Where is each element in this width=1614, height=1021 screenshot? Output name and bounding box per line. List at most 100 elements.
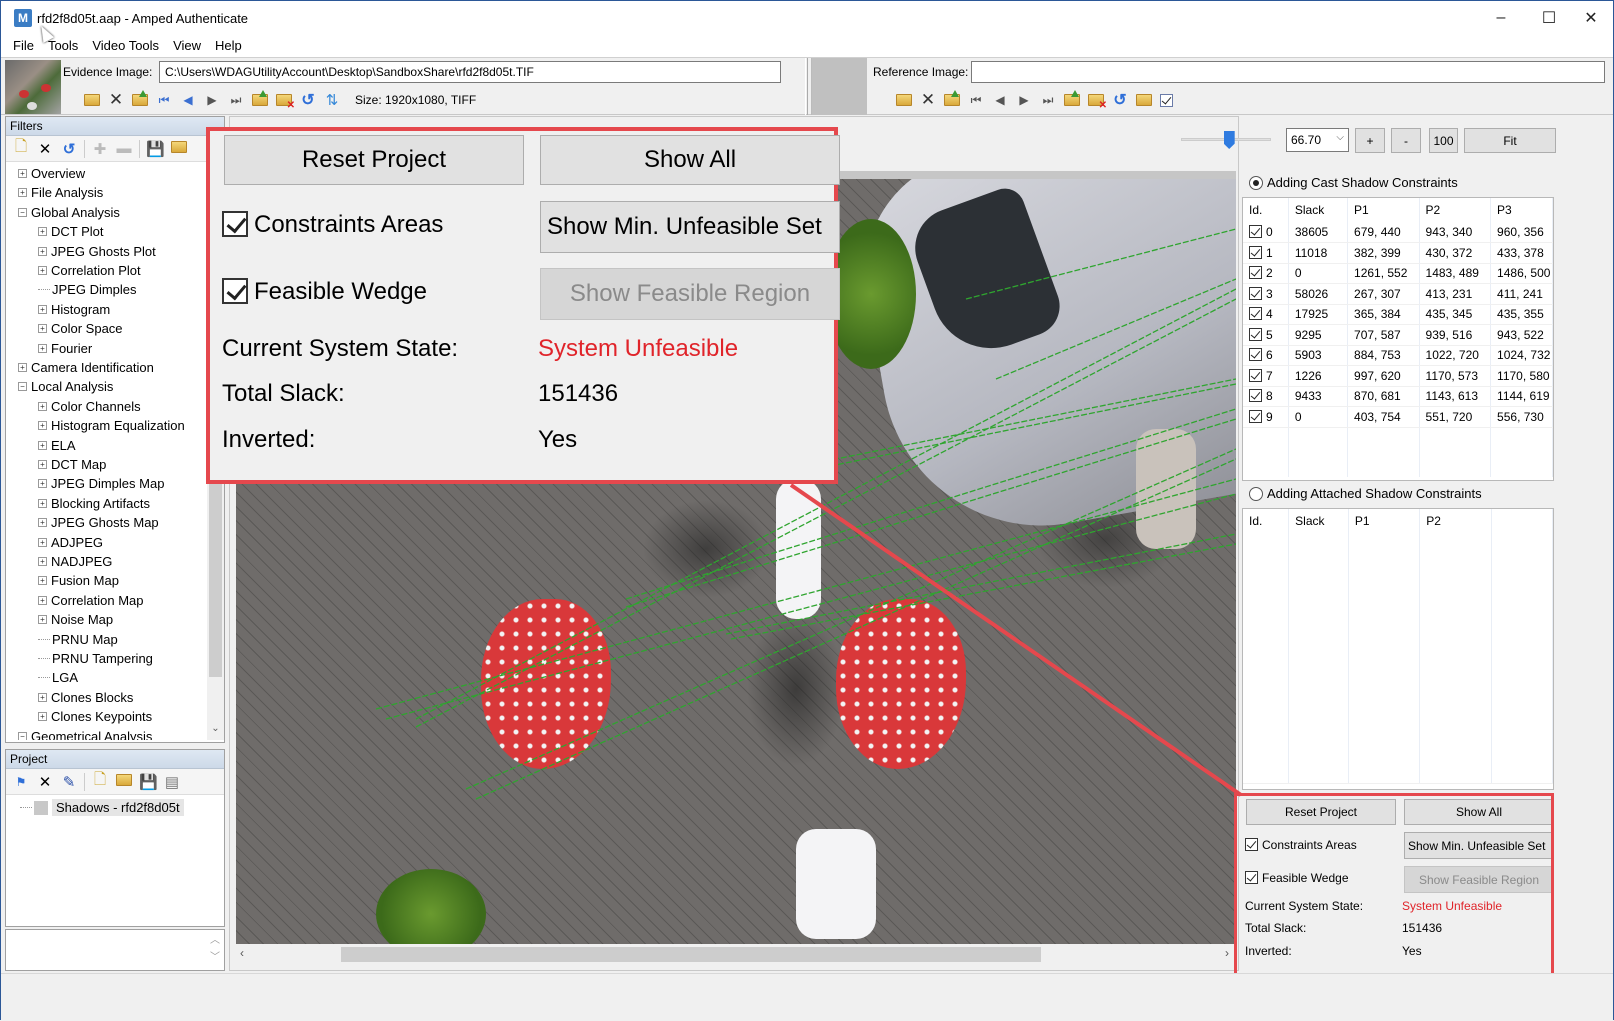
expand-icon[interactable]: + <box>38 440 47 450</box>
expand-icon[interactable]: + <box>38 343 47 353</box>
tree-item[interactable]: + Correlation Map <box>38 591 144 610</box>
tree-item[interactable]: + JPEG Ghosts Plot <box>38 242 156 261</box>
expand-icon[interactable]: + <box>38 324 47 334</box>
tree-item[interactable]: + Fourier <box>38 339 92 358</box>
expand-icon[interactable]: + <box>38 537 47 547</box>
tree-item[interactable]: + Fusion Map <box>38 571 119 590</box>
tree-item[interactable]: + Noise Map <box>38 610 113 629</box>
tree-item[interactable]: + Correlation Plot <box>38 261 141 280</box>
tree-item[interactable]: JPEG Dimples <box>38 280 137 299</box>
close-icon[interactable]: ✕ <box>919 90 937 109</box>
table-row[interactable]: 6 5903 884, 753 1022, 720 1024, 732 <box>1243 345 1553 366</box>
table-row[interactable]: 0 38605 679, 440 943, 340 960, 356 <box>1243 222 1553 243</box>
zoom-combo[interactable]: 66.70 ⌵ <box>1286 128 1349 152</box>
new-icon[interactable]: 🗋 <box>91 769 109 794</box>
menu-view[interactable]: View <box>166 35 208 57</box>
image-hscrollbar[interactable]: ‹ › <box>236 944 1231 964</box>
tree-item[interactable]: + ADJPEG <box>38 533 103 552</box>
column-header-p1[interactable]: P1 <box>1347 198 1420 222</box>
expand-icon[interactable]: + <box>38 576 47 586</box>
expand-icon[interactable]: + <box>38 518 47 528</box>
edit-icon[interactable]: ✎ <box>60 773 78 791</box>
callout-feasible-wedge-checkbox[interactable]: Feasible Wedge <box>222 278 427 306</box>
remove-folder-icon[interactable] <box>275 91 295 111</box>
show-feasible-region-button[interactable]: Show Feasible Region <box>1404 866 1554 893</box>
menu-help[interactable]: Help <box>208 35 249 57</box>
remove-folder-icon[interactable] <box>1087 91 1107 111</box>
properties-icon[interactable]: ▤ <box>163 773 181 791</box>
expand-icon[interactable]: + <box>38 557 47 566</box>
tree-item[interactable]: + Overview <box>18 164 85 183</box>
checkbox[interactable] <box>222 211 248 237</box>
tree-item[interactable]: − Global Analysis <box>18 203 120 222</box>
remove-icon[interactable]: ▬ <box>115 140 133 157</box>
expand-icon[interactable]: + <box>38 692 47 702</box>
column-header-p3[interactable]: P3 <box>1490 198 1553 222</box>
open-folder-icon[interactable] <box>83 91 101 109</box>
tree-item[interactable]: + JPEG Dimples Map <box>38 474 164 493</box>
tree-item[interactable]: + ELA <box>38 436 76 455</box>
table-row[interactable]: 7 1226 997, 620 1170, 573 1170, 580 <box>1243 365 1553 387</box>
radio-button[interactable] <box>1249 486 1263 501</box>
first-icon[interactable]: ⏮ <box>155 91 173 109</box>
row-checkbox[interactable] <box>1249 225 1262 238</box>
tree-item[interactable]: + Color Space <box>38 319 123 338</box>
evidence-path-input[interactable]: C:\Users\WDAGUtilityAccount\Desktop\Sand… <box>159 61 781 83</box>
open-icon[interactable] <box>170 140 188 157</box>
sync-icon[interactable]: ⇅ <box>323 91 341 109</box>
last-icon[interactable]: ⏭ <box>227 91 245 109</box>
table-row[interactable]: 4 17925 365, 384 435, 345 435, 355 <box>1243 304 1553 325</box>
scrollbar-thumb[interactable] <box>341 947 1041 962</box>
tree-item[interactable]: + Blocking Artifacts <box>38 494 150 513</box>
row-checkbox[interactable] <box>1249 307 1262 321</box>
tree-item[interactable]: − Local Analysis <box>18 377 113 396</box>
expand-icon[interactable]: + <box>38 246 47 256</box>
expand-icon[interactable]: + <box>38 615 47 625</box>
first-icon[interactable]: ⏮ <box>967 91 985 109</box>
row-checkbox[interactable] <box>1249 245 1262 259</box>
collapse-icon[interactable]: − <box>18 207 27 217</box>
close-window-button[interactable]: ✕ <box>1567 1 1614 35</box>
callout-show-all-button[interactable]: Show All <box>540 135 840 185</box>
expand-icon[interactable]: + <box>38 595 47 605</box>
zoom-out-button[interactable]: - <box>1391 128 1421 153</box>
save-icon[interactable]: 💾 <box>139 773 158 791</box>
tree-item[interactable]: + Histogram <box>38 300 110 319</box>
table-row[interactable]: 3 58026 267, 307 413, 231 411, 241 <box>1243 283 1553 305</box>
scroll-right-arrow[interactable]: › <box>1225 946 1229 960</box>
load-folder-icon[interactable] <box>943 90 961 109</box>
checkbox[interactable] <box>1245 838 1258 851</box>
callout-show-feasible-region-button[interactable]: Show Feasible Region <box>540 268 840 320</box>
cast-shadow-radio[interactable]: Adding Cast Shadow Constraints <box>1249 175 1458 190</box>
constraints-areas-checkbox[interactable]: Constraints Areas <box>1245 838 1357 852</box>
collapse-icon[interactable]: − <box>18 731 27 740</box>
feasible-wedge-checkbox[interactable]: Feasible Wedge <box>1245 871 1349 885</box>
tree-item[interactable]: + NADJPEG <box>38 552 112 571</box>
expand-icon[interactable]: + <box>18 169 27 178</box>
prev-icon[interactable]: ◀ <box>991 91 1009 109</box>
open-folder-icon[interactable] <box>895 91 913 109</box>
delete-icon[interactable]: ✕ <box>36 773 54 791</box>
delete-icon[interactable]: ✕ <box>36 140 54 158</box>
row-checkbox[interactable] <box>1249 266 1262 280</box>
row-checkbox[interactable] <box>1249 389 1262 403</box>
reference-path-input[interactable] <box>971 61 1605 83</box>
export-folder-icon[interactable] <box>251 90 269 109</box>
checkbox[interactable] <box>1245 871 1258 884</box>
expand-icon[interactable]: + <box>38 227 47 237</box>
column-header-id[interactable]: Id. <box>1243 198 1289 222</box>
zoom-in-button[interactable]: + <box>1355 128 1385 153</box>
collapse-icon[interactable]: − <box>18 382 27 392</box>
tree-item[interactable]: LGA <box>38 668 78 687</box>
expand-icon[interactable]: + <box>38 304 47 314</box>
export-folder-icon[interactable] <box>1063 90 1081 109</box>
open-icon[interactable] <box>115 773 133 790</box>
next-icon[interactable]: ▶ <box>203 91 221 109</box>
project-node[interactable]: Shadows - rfd2f8d05t <box>20 799 184 816</box>
callout-reset-project-button[interactable]: Reset Project <box>224 135 524 185</box>
zoom-fit-button[interactable]: Fit <box>1464 128 1556 153</box>
tree-item[interactable]: + Histogram Equalization <box>38 416 185 435</box>
expand-icon[interactable]: + <box>38 266 47 275</box>
tree-item[interactable]: + Color Channels <box>38 397 141 416</box>
close-icon[interactable]: ✕ <box>107 90 125 109</box>
